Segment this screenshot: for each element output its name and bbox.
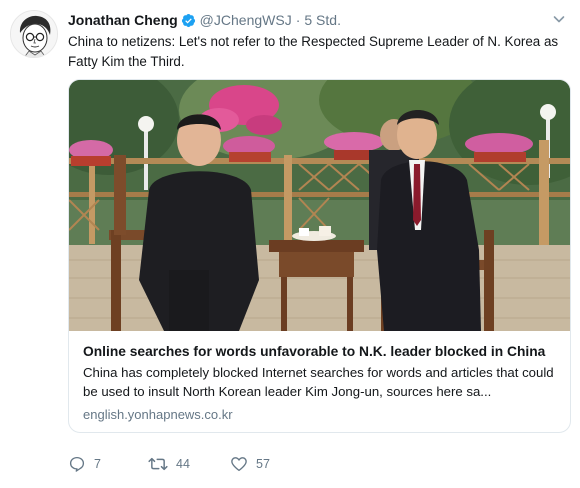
heart-icon (230, 455, 248, 473)
link-card[interactable]: Online searches for words unfavorable to… (68, 79, 571, 433)
retweet-count: 44 (176, 457, 190, 471)
card-image[interactable] (69, 80, 570, 331)
retweet-button[interactable]: 44 (148, 455, 230, 473)
tweet-timestamp[interactable]: 5 Std. (304, 12, 341, 28)
reply-count: 7 (94, 457, 101, 471)
avatar[interactable] (10, 10, 58, 58)
reply-button[interactable]: 7 (68, 455, 148, 473)
author-handle[interactable]: @JChengWSJ (200, 12, 292, 28)
tweet-actions: 7 44 57 (68, 454, 310, 474)
tweet-header: Jonathan Cheng @JChengWSJ · 5 Std. (68, 10, 341, 30)
verified-badge-icon (181, 13, 196, 28)
like-button[interactable]: 57 (230, 455, 310, 473)
card-body: Online searches for words unfavorable to… (83, 342, 559, 422)
retweet-icon (148, 455, 168, 473)
tweet-text: China to netizens: Let's not refer to th… (68, 34, 559, 69)
tweet[interactable]: Jonathan Cheng @JChengWSJ · 5 Std. China… (0, 0, 580, 488)
separator-dot: · (295, 12, 301, 28)
like-count: 57 (256, 457, 270, 471)
author-name[interactable]: Jonathan Cheng (68, 12, 178, 28)
card-title[interactable]: Online searches for words unfavorable to… (83, 342, 559, 361)
card-domain: english.yonhapnews.co.kr (83, 407, 233, 422)
reply-icon (68, 455, 86, 473)
card-description: China has completely blocked Internet se… (83, 365, 554, 399)
chevron-down-icon[interactable] (552, 12, 566, 26)
